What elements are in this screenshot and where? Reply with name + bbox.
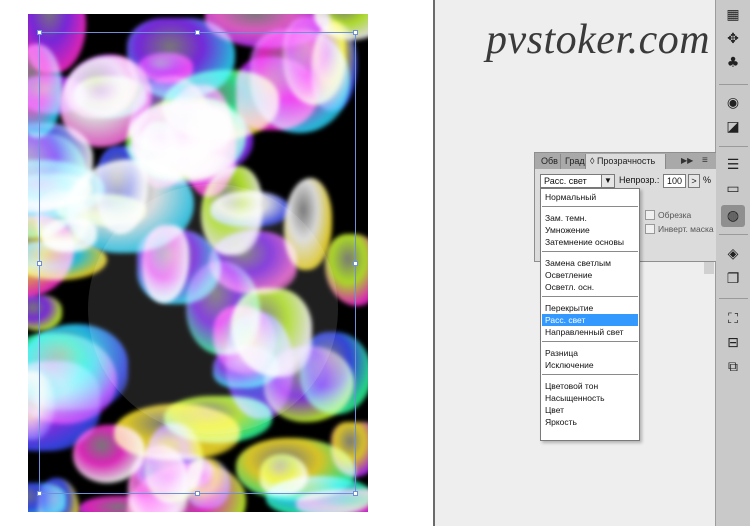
panel-scroll-thumb[interactable] bbox=[704, 262, 714, 274]
toolbar-separator bbox=[719, 84, 748, 85]
opacity-label: Непрозр.: bbox=[619, 175, 660, 185]
panel-expand-arrows[interactable]: ▶▶ bbox=[681, 154, 693, 168]
artboards-icon[interactable]: ❐ bbox=[721, 268, 745, 290]
handle-bottom-left[interactable] bbox=[37, 491, 42, 496]
blend-option[interactable]: Расс. свет bbox=[542, 314, 638, 326]
blend-option[interactable]: Цвет bbox=[542, 404, 638, 416]
blend-mode-list: Нормальный Зам. темн. Умножение Затемнение … bbox=[540, 188, 640, 441]
graphic-styles-icon[interactable]: ◪ bbox=[721, 116, 745, 138]
artwork-blob bbox=[28, 14, 87, 73]
handle-top-left[interactable] bbox=[37, 30, 42, 35]
artwork-blob bbox=[28, 295, 62, 331]
opacity-percent: % bbox=[703, 175, 712, 185]
handle-middle-left[interactable] bbox=[37, 261, 42, 266]
align-icon[interactable]: ⊟ bbox=[721, 332, 745, 354]
blend-option[interactable]: Направленный свет bbox=[542, 326, 638, 338]
blend-group-separator bbox=[542, 341, 638, 342]
blend-group-separator bbox=[542, 296, 638, 297]
opacity-input[interactable]: 100 bbox=[663, 174, 686, 188]
blend-option[interactable]: Исключение bbox=[542, 359, 638, 371]
panel-menu-icon[interactable]: ≡ bbox=[702, 154, 708, 168]
handle-top-right[interactable] bbox=[353, 30, 358, 35]
watermark: pvstoker.com bbox=[486, 17, 711, 63]
transparency-icon[interactable]: ◍ bbox=[721, 205, 745, 227]
layers-icon[interactable]: ◈ bbox=[721, 243, 745, 265]
stroke-icon[interactable]: ☰ bbox=[721, 154, 745, 176]
clip-label: Обрезка bbox=[658, 210, 692, 220]
blend-option[interactable]: Разница bbox=[542, 347, 638, 359]
toolbar-separator bbox=[719, 146, 748, 147]
blend-option[interactable]: Затемнение основы bbox=[542, 236, 638, 248]
pathfinder-icon[interactable]: ⧉ bbox=[721, 356, 745, 378]
blend-option[interactable]: Осветление bbox=[542, 269, 638, 281]
blend-mode-dropdown-arrow[interactable]: ▼ bbox=[601, 174, 615, 188]
blend-group-separator bbox=[542, 251, 638, 252]
appearance-icon[interactable]: ◉ bbox=[721, 92, 745, 114]
swatches-icon[interactable]: ▦ bbox=[721, 4, 745, 26]
blend-option[interactable]: Перекрытие bbox=[542, 302, 638, 314]
blend-option[interactable]: Насыщенность bbox=[542, 392, 638, 404]
invert-mask-checkbox[interactable] bbox=[645, 224, 655, 234]
blend-option[interactable]: Зам. темн. bbox=[542, 212, 638, 224]
clip-option[interactable]: Обрезка bbox=[645, 210, 691, 220]
tab-stroke[interactable]: Обв bbox=[537, 154, 561, 169]
tab-toggle-icon: ◊ bbox=[590, 156, 597, 166]
blend-option[interactable]: Умножение bbox=[542, 224, 638, 236]
blend-option[interactable]: Нормальный bbox=[542, 191, 638, 203]
handle-top-middle[interactable] bbox=[195, 30, 200, 35]
blend-group-separator bbox=[542, 374, 638, 375]
canvas-divider bbox=[433, 0, 435, 526]
panel-dock-toolbar: ▦ ✥ ♣ ◉ ◪ ☰ ▭ ◍ ◈ ❐ ⛶ ⊟ ⧉ bbox=[715, 0, 750, 526]
blend-option[interactable]: Замена светлым bbox=[542, 257, 638, 269]
handle-bottom-middle[interactable] bbox=[195, 491, 200, 496]
panel-tab-bar: Обв Град ◊ Прозрачность ▶▶ ≡ bbox=[535, 153, 716, 169]
blend-option[interactable]: Цветовой тон bbox=[542, 380, 638, 392]
blend-group-separator bbox=[542, 206, 638, 207]
gradient-icon[interactable]: ▭ bbox=[721, 178, 745, 200]
invert-mask-label: Инверт. маска bbox=[658, 224, 714, 234]
blend-option[interactable]: Осветл. осн. bbox=[542, 281, 638, 293]
clip-checkbox[interactable] bbox=[645, 210, 655, 220]
invert-mask-option[interactable]: Инверт. маска bbox=[645, 224, 714, 234]
brushes-icon[interactable]: ✥ bbox=[721, 28, 745, 50]
opacity-slider-arrow[interactable]: > bbox=[688, 174, 700, 188]
toolbar-separator bbox=[719, 298, 748, 299]
blend-option[interactable]: Яркость bbox=[542, 416, 638, 428]
artwork-translucent-circle bbox=[88, 184, 338, 434]
handle-middle-right[interactable] bbox=[353, 261, 358, 266]
symbols-icon[interactable]: ♣ bbox=[721, 52, 745, 74]
handle-bottom-right[interactable] bbox=[353, 491, 358, 496]
tab-transparency[interactable]: ◊ Прозрачность bbox=[586, 154, 666, 169]
tab-transparency-label: Прозрачность bbox=[596, 156, 656, 166]
tab-gradient[interactable]: Град bbox=[561, 154, 586, 169]
toolbar-separator bbox=[719, 234, 748, 235]
artwork-canvas[interactable] bbox=[28, 14, 368, 512]
transform-icon[interactable]: ⛶ bbox=[721, 308, 745, 330]
